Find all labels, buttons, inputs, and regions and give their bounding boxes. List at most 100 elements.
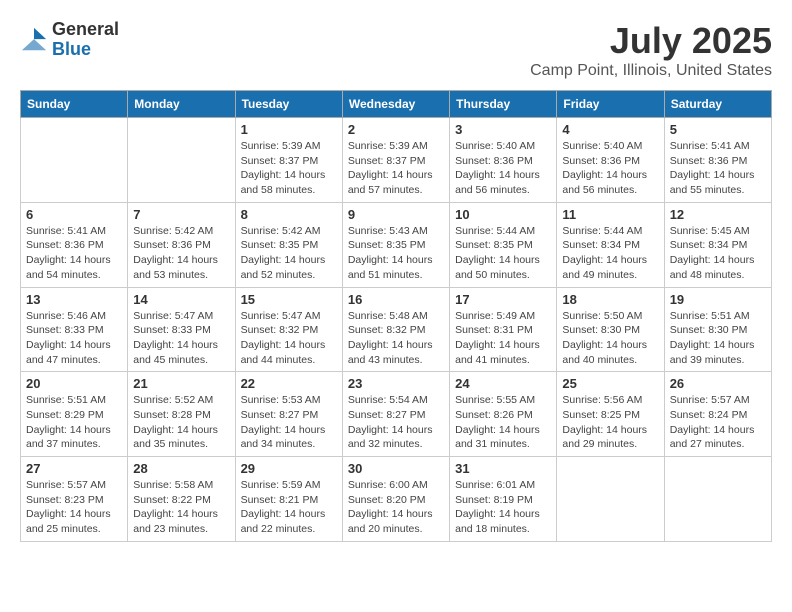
logo-icon [20, 26, 48, 54]
day-number: 28 [133, 461, 229, 476]
calendar-cell: 18 Sunrise: 5:50 AMSunset: 8:30 PMDayligh… [557, 287, 664, 372]
day-info: Sunrise: 5:46 AMSunset: 8:33 PMDaylight:… [26, 309, 122, 368]
calendar-cell: 13 Sunrise: 5:46 AMSunset: 8:33 PMDayligh… [21, 287, 128, 372]
day-info: Sunrise: 5:47 AMSunset: 8:32 PMDaylight:… [241, 309, 337, 368]
calendar-cell: 16Sunrise: 5:48 AMSunset: 8:32 PMDayligh… [342, 287, 449, 372]
day-info: Sunrise: 5:51 AMSunset: 8:30 PMDaylight:… [670, 309, 766, 368]
day-info: Sunrise: 5:52 AMSunset: 8:28 PMDaylight:… [133, 393, 229, 452]
calendar-cell [21, 118, 128, 203]
calendar-cell [128, 118, 235, 203]
calendar-cell: 24 Sunrise: 5:55 AMSunset: 8:26 PMDayligh… [450, 372, 557, 457]
day-number: 20 [26, 376, 122, 391]
day-info: Sunrise: 5:49 AMSunset: 8:31 PMDaylight:… [455, 309, 551, 368]
day-number: 6 [26, 207, 122, 222]
day-info: Sunrise: 5:39 AMSunset: 8:37 PMDaylight:… [348, 139, 444, 198]
day-number: 2 [348, 122, 444, 137]
day-info: Sunrise: 5:55 AMSunset: 8:26 PMDaylight:… [455, 393, 551, 452]
calendar-cell: 9 Sunrise: 5:43 AMSunset: 8:35 PMDaylight… [342, 202, 449, 287]
day-info: Sunrise: 6:00 AMSunset: 8:20 PMDaylight:… [348, 478, 444, 537]
day-number: 8 [241, 207, 337, 222]
calendar-cell: 26 Sunrise: 5:57 AMSunset: 8:24 PMDayligh… [664, 372, 771, 457]
day-number: 22 [241, 376, 337, 391]
calendar-cell: 25 Sunrise: 5:56 AMSunset: 8:25 PMDayligh… [557, 372, 664, 457]
day-number: 17 [455, 292, 551, 307]
day-number: 25 [562, 376, 658, 391]
day-info: Sunrise: 5:54 AMSunset: 8:27 PMDaylight:… [348, 393, 444, 452]
calendar-cell: 7Sunrise: 5:42 AMSunset: 8:36 PMDaylight… [128, 202, 235, 287]
day-info: Sunrise: 5:59 AMSunset: 8:21 PMDaylight:… [241, 478, 337, 537]
day-number: 21 [133, 376, 229, 391]
calendar-cell: 19Sunrise: 5:51 AMSunset: 8:30 PMDayligh… [664, 287, 771, 372]
day-number: 26 [670, 376, 766, 391]
day-info: Sunrise: 6:01 AMSunset: 8:19 PMDaylight:… [455, 478, 551, 537]
day-info: Sunrise: 5:56 AMSunset: 8:25 PMDaylight:… [562, 393, 658, 452]
week-row-2: 6 Sunrise: 5:41 AMSunset: 8:36 PMDaylight… [21, 202, 772, 287]
page-header: General Blue July 2025 Camp Point, Illin… [20, 20, 772, 80]
day-number: 29 [241, 461, 337, 476]
calendar-cell: 30 Sunrise: 6:00 AMSunset: 8:20 PMDayligh… [342, 457, 449, 542]
logo-text: General Blue [52, 20, 119, 60]
calendar-cell [557, 457, 664, 542]
day-number: 5 [670, 122, 766, 137]
calendar-cell: 12 Sunrise: 5:45 AMSunset: 8:34 PMDayligh… [664, 202, 771, 287]
day-number: 7 [133, 207, 229, 222]
header-monday: Monday [128, 91, 235, 118]
day-info: Sunrise: 5:51 AMSunset: 8:29 PMDaylight:… [26, 393, 122, 452]
calendar-cell: 31 Sunrise: 6:01 AMSunset: 8:19 PMDayligh… [450, 457, 557, 542]
calendar-cell: 5Sunrise: 5:41 AMSunset: 8:36 PMDaylight… [664, 118, 771, 203]
day-info: Sunrise: 5:53 AMSunset: 8:27 PMDaylight:… [241, 393, 337, 452]
location-title: Camp Point, Illinois, United States [530, 62, 772, 80]
day-info: Sunrise: 5:43 AMSunset: 8:35 PMDaylight:… [348, 224, 444, 283]
week-row-3: 13 Sunrise: 5:46 AMSunset: 8:33 PMDayligh… [21, 287, 772, 372]
weekday-header-row: Sunday Monday Tuesday Wednesday Thursday… [21, 91, 772, 118]
day-info: Sunrise: 5:57 AMSunset: 8:24 PMDaylight:… [670, 393, 766, 452]
calendar-cell: 3 Sunrise: 5:40 AMSunset: 8:36 PMDaylight… [450, 118, 557, 203]
day-number: 12 [670, 207, 766, 222]
day-number: 1 [241, 122, 337, 137]
calendar-cell: 28 Sunrise: 5:58 AMSunset: 8:22 PMDayligh… [128, 457, 235, 542]
week-row-5: 27Sunrise: 5:57 AMSunset: 8:23 PMDayligh… [21, 457, 772, 542]
calendar-cell: 27Sunrise: 5:57 AMSunset: 8:23 PMDayligh… [21, 457, 128, 542]
calendar-cell: 29 Sunrise: 5:59 AMSunset: 8:21 PMDayligh… [235, 457, 342, 542]
day-number: 15 [241, 292, 337, 307]
calendar-cell: 10Sunrise: 5:44 AMSunset: 8:35 PMDayligh… [450, 202, 557, 287]
calendar-cell: 8Sunrise: 5:42 AMSunset: 8:35 PMDaylight… [235, 202, 342, 287]
calendar-cell: 15 Sunrise: 5:47 AMSunset: 8:32 PMDayligh… [235, 287, 342, 372]
calendar-cell: 20 Sunrise: 5:51 AMSunset: 8:29 PMDayligh… [21, 372, 128, 457]
day-info: Sunrise: 5:58 AMSunset: 8:22 PMDaylight:… [133, 478, 229, 537]
header-wednesday: Wednesday [342, 91, 449, 118]
day-number: 13 [26, 292, 122, 307]
day-number: 24 [455, 376, 551, 391]
calendar-cell: 23Sunrise: 5:54 AMSunset: 8:27 PMDayligh… [342, 372, 449, 457]
day-info: Sunrise: 5:40 AMSunset: 8:36 PMDaylight:… [562, 139, 658, 198]
calendar-cell [664, 457, 771, 542]
day-info: Sunrise: 5:50 AMSunset: 8:30 PMDaylight:… [562, 309, 658, 368]
header-sunday: Sunday [21, 91, 128, 118]
day-number: 9 [348, 207, 444, 222]
calendar-cell: 11 Sunrise: 5:44 AMSunset: 8:34 PMDayligh… [557, 202, 664, 287]
logo: General Blue [20, 20, 119, 60]
day-number: 4 [562, 122, 658, 137]
header-thursday: Thursday [450, 91, 557, 118]
header-friday: Friday [557, 91, 664, 118]
calendar-cell: 14Sunrise: 5:47 AMSunset: 8:33 PMDayligh… [128, 287, 235, 372]
calendar-table: Sunday Monday Tuesday Wednesday Thursday… [20, 90, 772, 542]
calendar-cell: 21 Sunrise: 5:52 AMSunset: 8:28 PMDayligh… [128, 372, 235, 457]
day-number: 10 [455, 207, 551, 222]
day-number: 11 [562, 207, 658, 222]
day-info: Sunrise: 5:40 AMSunset: 8:36 PMDaylight:… [455, 139, 551, 198]
day-number: 31 [455, 461, 551, 476]
calendar-cell: 22 Sunrise: 5:53 AMSunset: 8:27 PMDayligh… [235, 372, 342, 457]
calendar-cell: 17 Sunrise: 5:49 AMSunset: 8:31 PMDayligh… [450, 287, 557, 372]
day-number: 30 [348, 461, 444, 476]
week-row-1: 1 Sunrise: 5:39 AMSunset: 8:37 PMDaylight… [21, 118, 772, 203]
title-block: July 2025 Camp Point, Illinois, United S… [530, 20, 772, 80]
day-info: Sunrise: 5:48 AMSunset: 8:32 PMDaylight:… [348, 309, 444, 368]
day-info: Sunrise: 5:44 AMSunset: 8:34 PMDaylight:… [562, 224, 658, 283]
day-number: 18 [562, 292, 658, 307]
day-info: Sunrise: 5:47 AMSunset: 8:33 PMDaylight:… [133, 309, 229, 368]
day-info: Sunrise: 5:57 AMSunset: 8:23 PMDaylight:… [26, 478, 122, 537]
day-info: Sunrise: 5:41 AMSunset: 8:36 PMDaylight:… [26, 224, 122, 283]
day-number: 3 [455, 122, 551, 137]
day-info: Sunrise: 5:45 AMSunset: 8:34 PMDaylight:… [670, 224, 766, 283]
